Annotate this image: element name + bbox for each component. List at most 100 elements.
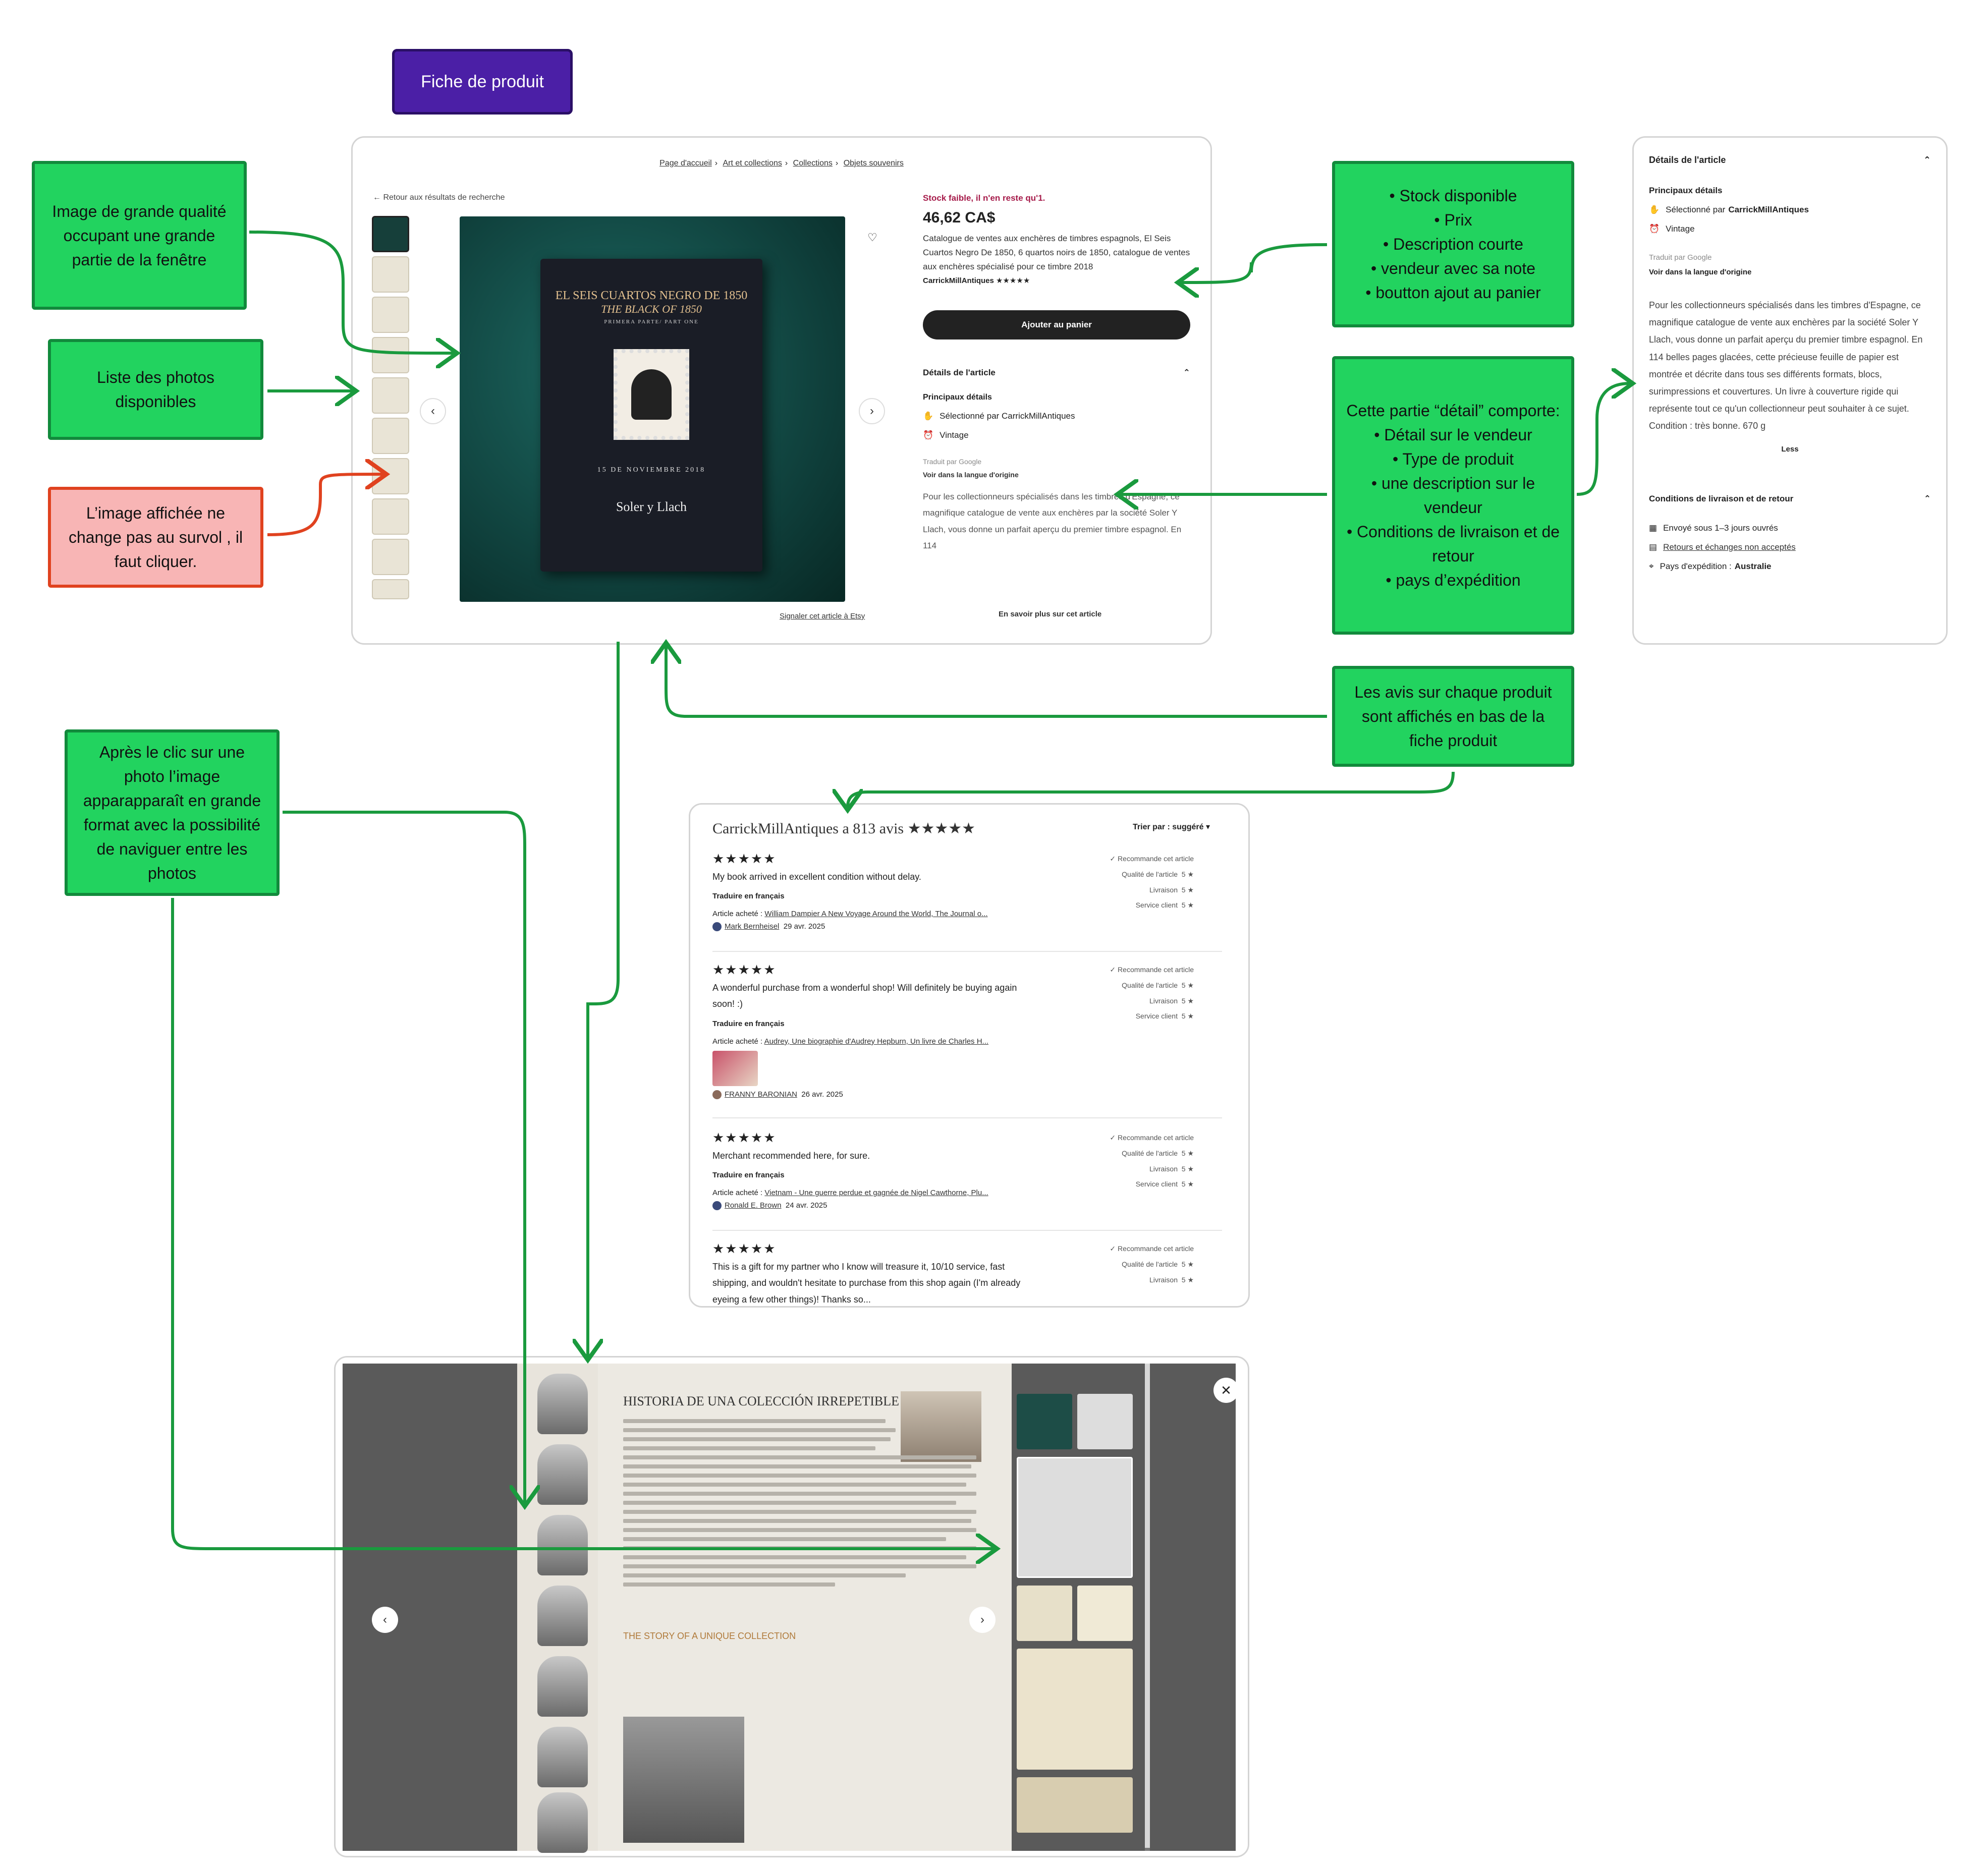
portrait-photo <box>537 1656 588 1717</box>
note-image-quality: Image de grande qualité occupant une gra… <box>32 161 247 310</box>
portrait-photo <box>537 1727 588 1787</box>
bought-item-link[interactable]: Audrey, Une biographie d'Audrey Hepburn,… <box>764 1037 989 1046</box>
favorite-heart-icon[interactable]: ♡ <box>861 227 883 249</box>
reviews-heading: CarrickMillAntiques a 813 avis ★★★★★ <box>712 820 976 837</box>
thumbnail[interactable] <box>372 418 409 454</box>
quality-score: 5 ★ <box>1181 1149 1194 1157</box>
review-date: 29 avr. 2025 <box>783 922 825 931</box>
note-detail-intro: Cette partie “détail” comporte: <box>1346 402 1560 420</box>
detail-panel-heading: Détails de l'article <box>1649 155 1726 165</box>
returns-text[interactable]: Retours et échanges non acceptés <box>1663 542 1796 552</box>
thumbnail[interactable] <box>372 579 409 599</box>
note-detail-item: une description sur le vendeur <box>1345 471 1561 520</box>
quality-score: 5 ★ <box>1181 870 1194 878</box>
review-author[interactable]: Mark Bernheisel <box>725 922 779 931</box>
shipping-time: Envoyé sous 1–3 jours ouvrés <box>1663 523 1778 533</box>
prev-image-button[interactable]: ‹ <box>420 398 446 424</box>
breadcrumb-home[interactable]: Page d'accueil <box>659 159 712 167</box>
review-author[interactable]: FRANNY BARONIAN <box>725 1090 797 1099</box>
note-detail-item: Conditions de livraison et de retour <box>1345 520 1561 568</box>
delivery-score: 5 ★ <box>1181 1164 1194 1173</box>
review-author[interactable]: Ronald E. Brown <box>725 1201 782 1210</box>
thumbnail-list <box>372 216 409 603</box>
detail-panel: Détails de l'article ⌃ Principaux détail… <box>1632 136 1948 645</box>
thumbnail[interactable] <box>372 377 409 414</box>
lightbox-prev-button[interactable]: ‹ <box>372 1607 398 1633</box>
detail-original-lang-link[interactable]: Voir dans la langue d'origine <box>1649 268 1931 276</box>
arrow-reviews-up <box>666 646 1327 718</box>
shipping-header[interactable]: Conditions de livraison et de retour ⌃ <box>1649 494 1931 504</box>
lightbox-doc-title: HISTORIA DE UNA COLECCIÓN IRREPETIBLE <box>623 1394 899 1408</box>
lightbox-thumbnail[interactable] <box>1017 1394 1072 1449</box>
arrow-detail-panel <box>1576 383 1630 496</box>
book-subtitle: THE BLACK OF 1850 <box>601 303 702 315</box>
lightbox-thumbnail[interactable] <box>1017 1649 1133 1770</box>
review-text: My book arrived in excellent condition w… <box>712 872 921 882</box>
vintage-row: ⏰ Vintage <box>923 430 1190 440</box>
quality-label: Qualité de l'article <box>1122 870 1178 878</box>
close-icon[interactable]: ✕ <box>1213 1378 1239 1403</box>
report-item-link[interactable]: Signaler cet article à Etsy <box>780 612 865 620</box>
quality-score: 5 ★ <box>1181 1260 1194 1268</box>
item-details-toggle[interactable]: Détails de l'article ⌃ <box>923 368 1190 378</box>
lightbox-thumbnail[interactable] <box>1077 1586 1133 1641</box>
quality-label: Qualité de l'article <box>1122 1260 1178 1268</box>
thumbnail[interactable] <box>372 256 409 293</box>
review-scores: ✓ Recommande cet article Qualité de l'ar… <box>1073 1241 1194 1287</box>
thumbnail[interactable] <box>372 216 409 252</box>
lightbox-thumbnail[interactable] <box>1017 1777 1133 1833</box>
lightbox-thumbnail-active[interactable] <box>1017 1457 1133 1578</box>
lightbox-thumbnail[interactable] <box>1017 1586 1072 1641</box>
thumbnail[interactable] <box>372 297 409 333</box>
note-right-info-list: Stock disponible Prix Description courte… <box>1365 184 1540 305</box>
long-description: Pour les collectionneurs spécialisés dan… <box>923 492 1182 551</box>
quality-label: Qualité de l'article <box>1122 1149 1178 1157</box>
add-to-cart-button[interactable]: Ajouter au panier <box>923 310 1190 340</box>
service-label: Service client <box>1135 1012 1178 1021</box>
book-title: EL SEIS CUARTOS NEGRO DE 1850 <box>555 289 748 302</box>
thumbnail[interactable] <box>372 498 409 535</box>
note-detail-list: Détail sur le vendeur Type de produit un… <box>1345 423 1561 592</box>
review-photo[interactable] <box>712 1050 758 1086</box>
bought-item-link[interactable]: William Dampier A New Voyage Around the … <box>764 910 987 918</box>
review-text: This is a gift for my partner who I know… <box>712 1262 1021 1305</box>
product-main-image[interactable]: EL SEIS CUARTOS NEGRO DE 1850 THE BLACK … <box>460 216 883 602</box>
book-brand: Soler y Llach <box>616 499 687 514</box>
thumbnail[interactable] <box>372 539 409 575</box>
detail-description: Pour les collectionneurs spécialisés dan… <box>1649 300 1923 431</box>
note-photos-list-text: Liste des photos disponibles <box>96 368 215 411</box>
thumbnail[interactable] <box>372 337 409 373</box>
review-scores: ✓ Recommande cet article Qualité de l'ar… <box>1073 962 1194 1024</box>
reviews-sort-select[interactable]: Trier par : suggéré ▾ <box>1133 822 1210 832</box>
detail-panel-header[interactable]: Détails de l'article ⌃ <box>1649 155 1931 165</box>
back-to-results-link[interactable]: ← Retour aux résultats de recherche <box>373 193 505 202</box>
portrait-photo <box>537 1374 588 1434</box>
breadcrumb-art[interactable]: Art et collections <box>723 159 782 167</box>
next-image-button[interactable]: › <box>859 398 885 424</box>
bought-item-link[interactable]: Vietnam - Une guerre perdue et gagnée de… <box>764 1189 988 1197</box>
recommends-label: ✓ Recommande cet article <box>1110 855 1194 863</box>
original-language-link[interactable]: Voir dans la langue d'origine <box>923 471 1190 479</box>
thumbnail[interactable] <box>372 458 409 494</box>
book-date: 15 DE NOVIEMBRE 2018 <box>597 466 706 474</box>
review-item: ★★★★★ My book arrived in excellent condi… <box>712 851 1222 952</box>
returns-icon: ▤ <box>1649 542 1658 552</box>
seller-rating[interactable]: CarrickMillAntiques ★★★★★ <box>923 276 1190 285</box>
note-right-info: Stock disponible Prix Description courte… <box>1332 161 1574 327</box>
lightbox-next-button[interactable]: › <box>969 1607 996 1633</box>
country-value: Australie <box>1734 561 1772 571</box>
less-button[interactable]: Less <box>1649 445 1931 454</box>
breadcrumb-souvenirs[interactable]: Objets souvenirs <box>844 159 904 167</box>
breadcrumb-collections[interactable]: Collections <box>793 159 833 167</box>
doc-text-block <box>623 1419 976 1592</box>
review-author-row: Ronald E. Brown 24 avr. 2025 <box>712 1201 1222 1211</box>
product-info: Stock faible, il n'en reste qu'1. 46,62 … <box>923 193 1190 554</box>
lightbox-scrollbar[interactable] <box>1145 1364 1150 1851</box>
service-score: 5 ★ <box>1181 901 1194 910</box>
review-text: Merchant recommended here, for sure. <box>712 1151 870 1161</box>
stamp-image <box>614 349 689 440</box>
country-row: ⌖ Pays d'expédition : Australie <box>1649 561 1931 572</box>
lightbox-thumbnails <box>1012 1364 1143 1851</box>
learn-more-button[interactable]: En savoir plus sur cet article <box>999 610 1101 618</box>
lightbox-thumbnail[interactable] <box>1077 1394 1133 1449</box>
